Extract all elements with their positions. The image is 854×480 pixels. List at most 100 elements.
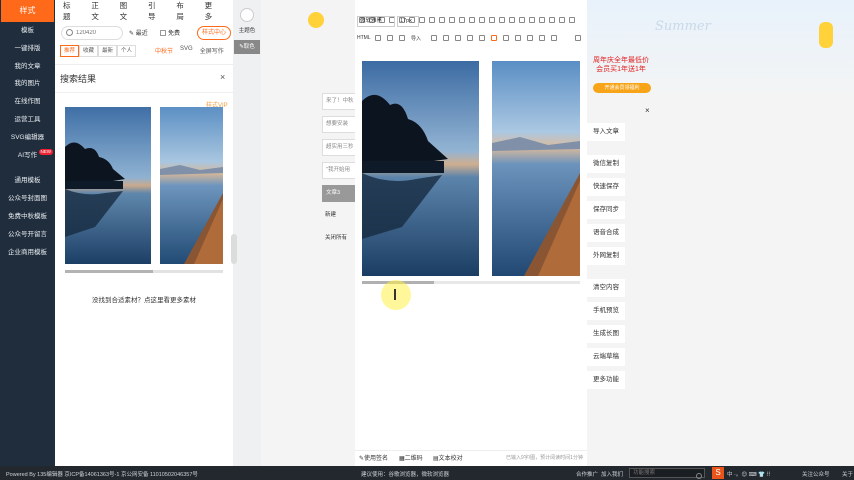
video-icon[interactable]	[455, 35, 461, 41]
signature-button[interactable]: ✎使用签名	[359, 453, 388, 462]
function-search-input[interactable]	[633, 469, 693, 477]
recent-filter[interactable]: ✎ 最近	[129, 28, 148, 37]
results-scrollbar[interactable]	[65, 270, 223, 273]
letter-spacing-icon[interactable]	[515, 35, 521, 41]
import-button[interactable]: 导入	[411, 35, 421, 42]
list-icon[interactable]	[539, 17, 545, 23]
ime-toolbar[interactable]: 中 ·。😊 ⌨ 👕 ⠿	[727, 470, 771, 478]
font-family-select[interactable]: 微软雅黑	[357, 16, 395, 27]
more-functions-button[interactable]: 更多功能	[587, 371, 625, 389]
line-height-icon[interactable]	[559, 17, 565, 23]
nav-item-templates[interactable]: 模板	[0, 22, 55, 40]
more-materials-link[interactable]: 没找到合适素材？点这里看更多素材	[55, 294, 233, 304]
nav-brand-style[interactable]: 样式	[1, 0, 54, 22]
draft-item[interactable]: 来了！中秋	[322, 93, 357, 110]
nav-item-ops-tools[interactable]: 运营工具	[0, 111, 55, 129]
voice-synthesis-button[interactable]: 语音合成	[587, 224, 625, 242]
external-copy-button[interactable]: 外网复制	[587, 247, 625, 265]
sort-latest[interactable]: 最新	[98, 45, 118, 57]
nav-item-my-articles[interactable]: 我的文章	[0, 58, 55, 76]
close-icon[interactable]: ×	[645, 106, 650, 115]
draft-item[interactable]: "我开始用	[322, 162, 357, 179]
close-icon[interactable]: ×	[220, 72, 225, 82]
wechat-copy-button[interactable]: 微信复制	[587, 155, 625, 173]
scrollbar-thumb[interactable]	[65, 270, 154, 273]
qrcode-button[interactable]: ▦二维码	[399, 453, 423, 462]
anchor-icon[interactable]	[399, 35, 405, 41]
align-left-icon[interactable]	[479, 17, 485, 23]
table-icon[interactable]	[431, 35, 437, 41]
fullscreen-icon[interactable]	[539, 35, 545, 41]
nav-item-my-images[interactable]: 我的图片	[0, 75, 55, 93]
link-icon[interactable]	[375, 35, 381, 41]
align-right-icon[interactable]	[499, 17, 505, 23]
draft-item-current[interactable]: 文章3	[322, 185, 357, 202]
justify-icon[interactable]	[509, 17, 515, 23]
unlink-icon[interactable]	[387, 35, 393, 41]
audio-icon[interactable]	[467, 35, 473, 41]
join-us-link[interactable]: 加入我们	[601, 470, 623, 478]
cloud-drafts-button[interactable]: 云端草稿	[587, 348, 625, 366]
font-size-select[interactable]: 17px	[397, 16, 419, 27]
italic-icon[interactable]	[429, 17, 435, 23]
tab-image-text[interactable]: 图文	[120, 0, 134, 22]
indent-icon[interactable]	[519, 17, 525, 23]
proofread-button[interactable]: ▤文本校对	[433, 453, 463, 462]
underline-icon[interactable]	[439, 17, 445, 23]
official-account-link[interactable]: 关注公众号	[802, 470, 830, 478]
nav-item-free-midautumn[interactable]: 免费中秋模板	[0, 208, 55, 226]
html-button[interactable]: HTML	[357, 35, 371, 41]
search-icon[interactable]	[696, 473, 702, 479]
divider-line-icon[interactable]	[479, 35, 485, 41]
nav-item-cover-image[interactable]: 公众号封面图	[0, 190, 55, 208]
style-brush-icon[interactable]	[491, 35, 497, 41]
clear-content-button[interactable]: 清空内容	[587, 279, 625, 297]
nav-item-comments[interactable]: 公众号开留言	[0, 226, 55, 244]
sort-recommended[interactable]: 推荐	[60, 45, 80, 57]
margin-icon[interactable]	[527, 35, 533, 41]
paragraph-icon[interactable]	[503, 35, 509, 41]
preview-icon[interactable]	[551, 35, 557, 41]
search-icon[interactable]	[66, 29, 73, 36]
long-image-button[interactable]: 生成长图	[587, 325, 625, 343]
panel-collapse-handle[interactable]	[231, 234, 237, 264]
bold-icon[interactable]	[419, 17, 425, 23]
close-all-button[interactable]: 关闭所有	[322, 231, 357, 248]
bg-color-icon[interactable]	[469, 17, 475, 23]
nav-item-one-click-layout[interactable]: 一键排版	[0, 40, 55, 58]
mobile-preview-button[interactable]: 手机预览	[587, 302, 625, 320]
nav-item-ai-writing[interactable]: AI写作 NEW	[0, 147, 55, 165]
cooperation-link[interactable]: 合作推广	[576, 470, 598, 478]
new-draft-button[interactable]: 新建	[322, 208, 357, 225]
search-input[interactable]	[76, 28, 120, 38]
palette-icon[interactable]	[240, 8, 254, 22]
quick-save-button[interactable]: 快速保存	[587, 178, 625, 196]
free-checkbox[interactable]: 免费	[160, 28, 180, 37]
image-icon[interactable]	[569, 17, 575, 23]
align-center-icon[interactable]	[489, 17, 495, 23]
result-thumbnail-lake[interactable]	[65, 107, 151, 264]
sort-personal[interactable]: 个人	[117, 45, 137, 57]
expand-icon[interactable]	[575, 35, 581, 41]
type-midautumn[interactable]: 中秋节	[155, 46, 173, 55]
nav-item-svg-editor[interactable]: SVG编辑器	[0, 129, 55, 147]
tab-title[interactable]: 标题	[63, 0, 77, 22]
tab-guide[interactable]: 引导	[148, 0, 162, 22]
result-thumbnail-pier[interactable]	[160, 107, 223, 264]
save-sync-button[interactable]: 保存同步	[587, 201, 625, 219]
about-link[interactable]: 关于	[842, 470, 853, 478]
editor-image-pier[interactable]	[492, 61, 580, 276]
promo-button[interactable]: 开通会员领福利	[593, 83, 651, 93]
import-article-button[interactable]: 导入文章	[587, 123, 625, 141]
style-center-button[interactable]: 样式中心	[197, 26, 231, 40]
text-color-icon[interactable]	[459, 17, 465, 23]
tab-body[interactable]: 正文	[91, 0, 105, 22]
ime-logo-icon[interactable]: S	[712, 467, 724, 479]
nav-item-online-design[interactable]: 在线作图	[0, 93, 55, 111]
pick-color-button[interactable]: ✎取色	[234, 40, 260, 54]
emoji-icon[interactable]	[443, 35, 449, 41]
draft-item[interactable]: 超实用三秒	[322, 139, 357, 156]
type-fullscreen[interactable]: 全屏写作	[200, 46, 224, 55]
numbered-list-icon[interactable]	[549, 17, 555, 23]
draft-item[interactable]: 想要安装	[322, 116, 357, 133]
